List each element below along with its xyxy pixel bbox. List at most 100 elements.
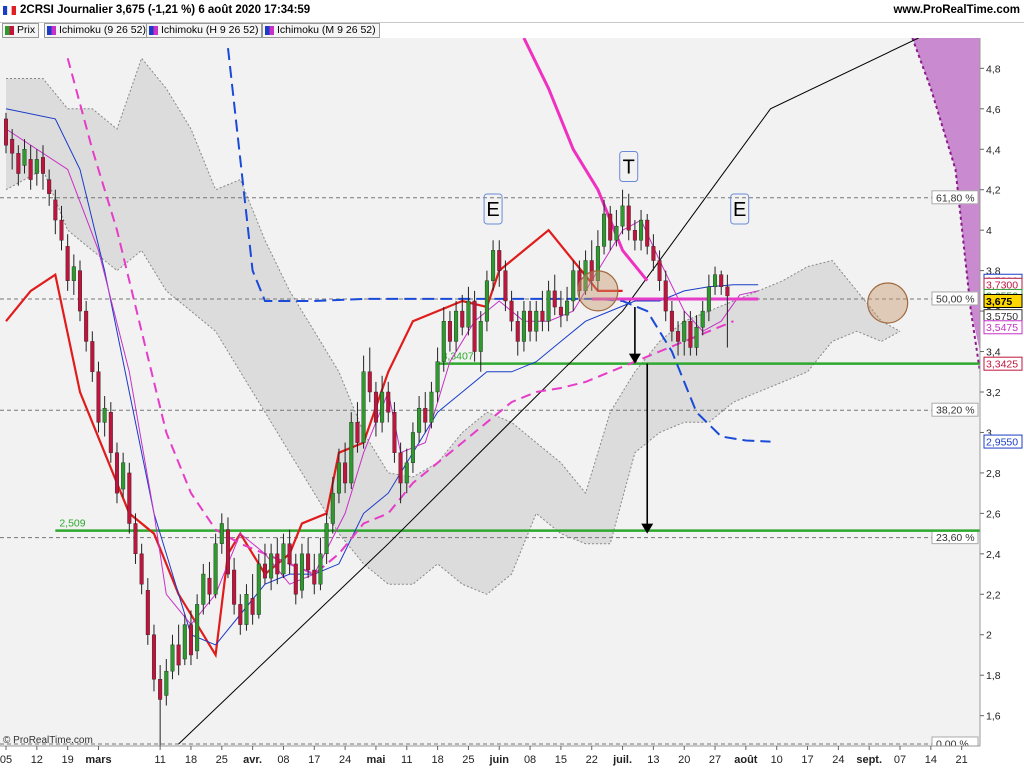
legend-swatch-icon — [5, 26, 14, 35]
candle-body — [90, 341, 95, 372]
x-tick-label: mai — [366, 754, 385, 766]
candle-body — [250, 598, 255, 615]
candle-body — [626, 205, 631, 231]
candle-body — [10, 138, 15, 154]
y-tick-label: 2 — [986, 630, 992, 642]
candle-body — [484, 280, 489, 322]
candle-body — [188, 624, 193, 656]
candle-body — [219, 523, 224, 544]
candle-body — [232, 569, 237, 605]
candle-down — [472, 290, 477, 362]
flag-icon — [3, 6, 16, 15]
brand-link[interactable]: www.ProRealTime.com — [893, 4, 1020, 16]
candle-body — [651, 246, 656, 261]
x-tick-label: 27 — [709, 754, 721, 766]
candle-body — [225, 529, 230, 575]
candle-body — [158, 679, 163, 700]
pattern-label: E — [733, 199, 746, 221]
y-tick-label: 4,4 — [986, 144, 1001, 156]
x-tick-label: août — [734, 754, 758, 766]
x-tick-label: 18 — [185, 754, 197, 766]
title-bar: 2CRSI Journalier 3,675 (-1,21 %) 6 août … — [0, 0, 1024, 23]
candle-body — [213, 543, 218, 595]
candle-body — [373, 391, 378, 423]
candle-body — [59, 219, 64, 241]
candle-body — [657, 260, 662, 281]
candle-body — [151, 634, 156, 680]
legend-item[interactable]: Prix — [2, 23, 40, 38]
legend-swatch-icon — [265, 26, 274, 35]
x-tick-label: 08 — [524, 754, 536, 766]
candle-body — [540, 310, 545, 322]
y-tick-label: 4,2 — [986, 185, 1001, 197]
price-tag-label: 3,3425 — [986, 358, 1018, 370]
candle-body — [620, 205, 625, 227]
y-tick-label: 4,6 — [986, 104, 1001, 116]
y-tick-label: 4 — [986, 225, 992, 237]
candle-body — [509, 300, 514, 322]
candle-body — [47, 179, 52, 194]
candle-down — [96, 361, 101, 433]
candle-body — [324, 523, 329, 555]
candle-body — [77, 270, 82, 312]
pattern-label: E — [486, 199, 499, 221]
candle-body — [275, 553, 280, 575]
candle-body — [84, 310, 89, 342]
x-tick-label: 13 — [647, 754, 659, 766]
candle-body — [521, 310, 526, 342]
candle-body — [472, 300, 477, 352]
y-tick-label: 2,2 — [986, 589, 1001, 601]
x-tick-label: 14 — [925, 754, 937, 766]
x-tick-label: 12 — [31, 754, 43, 766]
candle-body — [706, 286, 711, 312]
x-tick-label: juil. — [612, 754, 632, 766]
candle-body — [28, 159, 33, 180]
x-tick-label: 07 — [894, 754, 906, 766]
x-tick-label: 21 — [956, 754, 968, 766]
copyright-text: © ProRealTime.com — [3, 735, 93, 746]
legend-item[interactable]: Ichimoku (M 9 26 52) — [262, 23, 380, 38]
price-tag-label: 3,5475 — [986, 322, 1018, 334]
chart-title: 2CRSI Journalier 3,675 (-1,21 %) 6 août … — [20, 4, 311, 16]
candle-body — [16, 153, 21, 174]
candle-body — [34, 159, 39, 174]
candle-body — [441, 321, 446, 362]
candle-body — [700, 310, 705, 328]
candle-body — [269, 553, 274, 579]
candle-body — [435, 361, 440, 393]
candle-body — [133, 523, 138, 555]
candle-body — [40, 157, 45, 174]
candle-body — [515, 321, 520, 342]
candle-body — [299, 553, 304, 591]
legend-item[interactable]: Ichimoku (9 26 52) — [44, 23, 150, 38]
candle-body — [565, 300, 570, 316]
candle-body — [386, 391, 391, 413]
candle-body — [466, 300, 471, 328]
x-tick-label: avr. — [243, 754, 262, 766]
y-tick-label: 1,6 — [986, 711, 1001, 723]
x-tick-label: juin — [488, 754, 509, 766]
support-label: 2,509 — [59, 518, 85, 530]
candle-body — [608, 213, 613, 241]
x-tick-label: mars — [85, 754, 111, 766]
candle-body — [392, 412, 397, 453]
pattern-label: T — [623, 156, 635, 178]
candle-body — [632, 229, 637, 241]
candle-body — [108, 412, 113, 453]
legend-item[interactable]: Ichimoku (H 9 26 52) — [146, 23, 263, 38]
x-tick-label: 22 — [586, 754, 598, 766]
legend-label: Ichimoku (9 26 52) — [59, 24, 146, 36]
price-tag-label: 3,675 — [986, 296, 1012, 308]
x-tick-label: 11 — [154, 754, 165, 766]
candle-body — [639, 219, 644, 241]
candle-body — [343, 462, 348, 484]
candle-body — [139, 553, 144, 585]
candle-body — [645, 219, 650, 247]
chart-area[interactable]: 61,80 % 50,00 % 38,20 % 23,60 % 0,00 % 3,3407… — [0, 37, 1024, 768]
candle-body — [65, 246, 70, 281]
x-tick-label: 24 — [339, 754, 351, 766]
candle-body — [429, 391, 434, 423]
price-chart[interactable]: 61,80 %50,00 %38,20 %23,60 %0,00 %3,3407… — [0, 37, 1024, 768]
candle-body — [349, 422, 354, 484]
fib-label: 38,20 % — [936, 405, 975, 417]
